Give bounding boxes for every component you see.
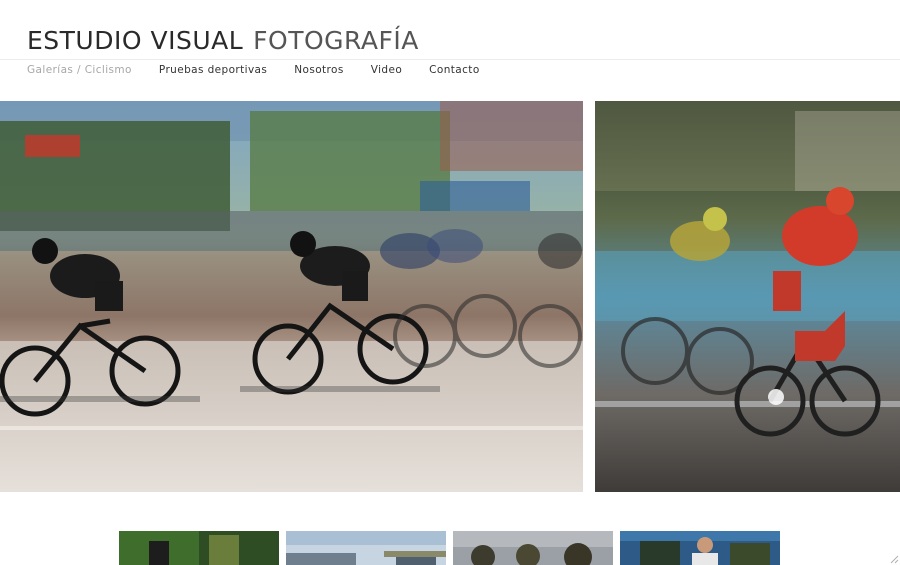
logo-tagline: FOTOGRAFÍA [253, 26, 419, 55]
nav-item-contacto[interactable]: Contacto [429, 64, 479, 80]
nav-item-nosotros[interactable]: Nosotros [294, 64, 343, 80]
resize-grip-icon[interactable] [890, 555, 899, 564]
nav-item-galerias[interactable]: Galerías / Ciclismo [27, 64, 132, 80]
thumbnail-3-image [453, 531, 613, 565]
red-cyclist-image [595, 101, 900, 492]
cyclists-group-image [0, 101, 583, 492]
logo-studio-name: ESTUDIO VISUAL [27, 26, 244, 55]
nav-item-pruebas-deportivas[interactable]: Pruebas deportivas [159, 64, 267, 80]
thumbnail-2[interactable] [286, 531, 446, 565]
site-logo[interactable]: ESTUDIO VISUAL FOTOGRAFÍA [27, 26, 419, 56]
header-divider [0, 59, 900, 60]
hero-photo-cyclists-group[interactable] [0, 101, 583, 492]
thumbnail-1-image [119, 531, 279, 565]
thumbnail-2-image [286, 531, 446, 565]
nav-item-video[interactable]: Video [371, 64, 402, 80]
thumbnail-3[interactable] [453, 531, 613, 565]
thumbnail-4-image [620, 531, 780, 565]
hero-photo-red-cyclist[interactable] [595, 101, 900, 492]
thumbnail-4[interactable] [620, 531, 780, 565]
main-nav: Galerías / Ciclismo Pruebas deportivas N… [27, 64, 507, 80]
thumbnail-1[interactable] [119, 531, 279, 565]
